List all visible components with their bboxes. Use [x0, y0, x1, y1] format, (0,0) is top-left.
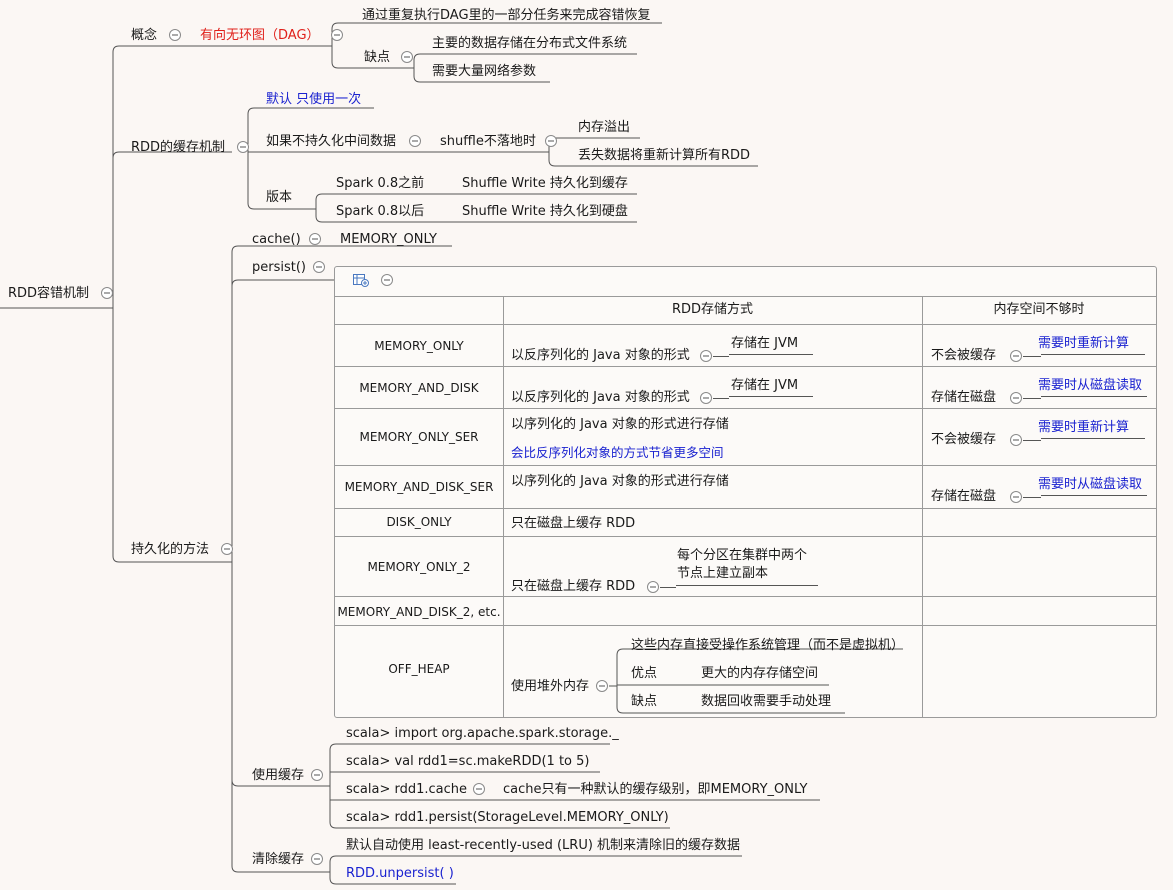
collapse-icon[interactable]	[168, 28, 182, 42]
level-cell: MEMORY_ONLY_SER	[359, 430, 479, 444]
storage-cell: 使用堆外内存	[511, 679, 590, 694]
shuffle-result[interactable]: 内存溢出	[578, 120, 630, 136]
collapse-icon[interactable]	[1009, 349, 1023, 363]
oom-cell: 存储在磁盘	[931, 489, 997, 504]
table-icon[interactable]	[353, 273, 369, 287]
topic-clear-cache[interactable]: 清除缓存	[252, 852, 304, 868]
header-storage: RDD存储方式	[671, 302, 754, 317]
collapse-icon[interactable]	[544, 134, 558, 148]
topic-cache-mechanism[interactable]: RDD的缓存机制	[131, 140, 225, 156]
cache-note[interactable]: cache只有一种默认的缓存级别，即MEMORY_ONLY	[503, 782, 807, 798]
oom-note: 需要时重新计算	[1038, 420, 1130, 435]
topic-default-once[interactable]: 默认 只使用一次	[266, 92, 361, 108]
storage-cell: 以反序列化的 Java 对象的形式	[511, 348, 690, 363]
topic-concept[interactable]: 概念	[131, 28, 157, 44]
collapse-icon[interactable]	[1009, 490, 1023, 504]
offheap-pro: 更大的内存存储空间	[701, 666, 819, 681]
code-line[interactable]: scala> val rdd1=sc.makeRDD(1 to 5)	[346, 754, 589, 770]
level-cell: OFF_HEAP	[388, 662, 450, 676]
collapse-icon[interactable]	[646, 580, 660, 594]
collapse-icon[interactable]	[220, 542, 234, 556]
storage-note: 存储在 JVM	[731, 378, 799, 393]
drawback-item[interactable]: 主要的数据存储在分布式文件系统	[432, 36, 627, 52]
collapse-icon[interactable]	[1009, 391, 1023, 405]
topic-dag-recover[interactable]: 通过重复执行DAG里的一部分任务来完成容错恢复	[362, 8, 651, 24]
collapse-icon[interactable]	[236, 140, 250, 154]
storage-note: 节点上建立副本	[677, 566, 769, 581]
header-oom: 内存空间不够时	[993, 302, 1085, 317]
storage-note: 每个分区在集群中两个	[677, 548, 808, 563]
shuffle-result[interactable]: 丢失数据将重新计算所有RDD	[578, 148, 750, 164]
collapse-icon[interactable]	[330, 28, 344, 42]
version-desc[interactable]: Shuffle Write 持久化到缓存	[462, 176, 628, 192]
oom-note: 需要时从磁盘读取	[1038, 378, 1143, 393]
topic-dag[interactable]: 有向无环图（DAG）	[200, 28, 320, 44]
topic-persist-methods[interactable]: 持久化的方法	[131, 542, 209, 558]
offheap-managed: 这些内存直接受操作系统管理（而不是虚拟机）	[631, 638, 905, 653]
drawback-item[interactable]: 需要大量网络参数	[432, 64, 536, 80]
level-cell: MEMORY_ONLY	[374, 339, 464, 353]
collapse-icon[interactable]	[699, 349, 713, 363]
topic-use-cache[interactable]: 使用缓存	[252, 768, 304, 784]
storage-cell: 以序列化的 Java 对象的形式进行存储	[511, 474, 729, 489]
level-cell: MEMORY_ONLY_2	[367, 560, 471, 574]
topic-shuffle[interactable]: shuffle不落地时	[440, 134, 536, 150]
lru-note[interactable]: 默认自动使用 least-recently-used (LRU) 机制来清除旧的…	[346, 838, 740, 854]
code-line[interactable]: scala> import org.apache.spark.storage._	[346, 726, 619, 742]
collapse-icon[interactable]	[1009, 433, 1023, 447]
offheap-con: 数据回收需要手动处理	[701, 694, 832, 709]
oom-cell: 存储在磁盘	[931, 390, 997, 405]
unpersist-call[interactable]: RDD.unpersist( )	[346, 866, 454, 882]
code-line[interactable]: scala> rdd1.persist(StorageLevel.MEMORY_…	[346, 810, 669, 826]
version-desc[interactable]: Shuffle Write 持久化到硬盘	[462, 204, 628, 220]
code-line[interactable]: scala> rdd1.cache	[346, 782, 467, 798]
storage-cell: 只在磁盘上缓存 RDD	[511, 516, 636, 531]
collapse-icon[interactable]	[400, 50, 414, 64]
offheap-pro-label: 优点	[631, 666, 658, 681]
oom-cell: 不会被缓存	[931, 432, 997, 447]
collapse-icon[interactable]	[595, 679, 609, 693]
storage-level-table: RDD存储方式 内存空间不够时 MEMORY_ONLY 以反序列化的 Java …	[334, 266, 1157, 718]
collapse-icon[interactable]	[100, 286, 114, 300]
offheap-con-label: 缺点	[631, 694, 658, 709]
oom-note: 需要时重新计算	[1038, 336, 1130, 351]
collapse-icon[interactable]	[308, 232, 322, 246]
storage-cell: 以序列化的 Java 对象的形式进行存储	[511, 417, 729, 432]
topic-no-persist[interactable]: 如果不持久化中间数据	[266, 134, 396, 150]
topic-drawback[interactable]: 缺点	[364, 50, 390, 66]
level-cell: DISK_ONLY	[386, 515, 452, 529]
oom-note: 需要时从磁盘读取	[1038, 477, 1143, 492]
collapse-icon[interactable]	[380, 273, 394, 287]
level-cell: MEMORY_AND_DISK_2, etc.	[337, 605, 501, 619]
collapse-icon[interactable]	[310, 852, 324, 866]
topic-cache-fn[interactable]: cache()	[252, 232, 301, 248]
collapse-icon[interactable]	[699, 391, 713, 405]
storage-note: 会比反序列化对象的方式节省更多空间	[511, 445, 724, 460]
collapse-icon[interactable]	[310, 768, 324, 782]
version-name[interactable]: Spark 0.8以后	[336, 204, 424, 220]
collapse-icon[interactable]	[408, 134, 422, 148]
storage-cell: 只在磁盘上缓存 RDD	[511, 579, 636, 594]
topic-cache-level[interactable]: MEMORY_ONLY	[340, 232, 437, 248]
collapse-icon[interactable]	[312, 260, 326, 274]
level-cell: MEMORY_AND_DISK	[359, 381, 479, 395]
oom-cell: 不会被缓存	[931, 348, 997, 363]
level-cell: MEMORY_AND_DISK_SER	[344, 480, 494, 494]
storage-cell: 以反序列化的 Java 对象的形式	[511, 390, 690, 405]
storage-note: 存储在 JVM	[731, 336, 799, 351]
collapse-icon[interactable]	[472, 782, 486, 796]
topic-version[interactable]: 版本	[266, 190, 292, 206]
topic-persist-fn[interactable]: persist()	[252, 260, 306, 276]
root-topic[interactable]: RDD容错机制	[8, 286, 89, 302]
version-name[interactable]: Spark 0.8之前	[336, 176, 424, 192]
